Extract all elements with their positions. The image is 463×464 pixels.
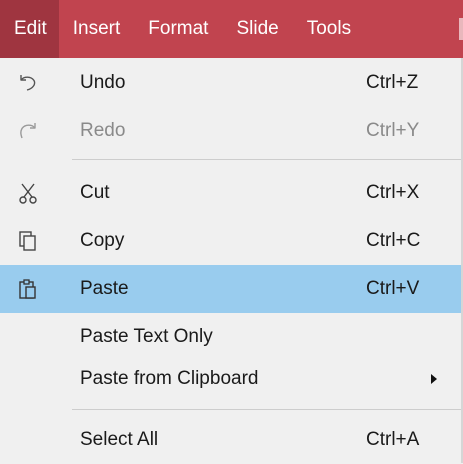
menu-item-label: Paste	[80, 278, 129, 299]
menubar-item-edit[interactable]: Edit	[0, 0, 59, 58]
menubar-overflow-edge	[459, 18, 463, 40]
menu-item-select-all[interactable]: Select All Ctrl+A	[0, 416, 461, 464]
menu-item-label: Paste from Clipboard	[80, 368, 259, 389]
menu-item-shortcut: Ctrl+V	[366, 278, 420, 299]
menubar-item-slide[interactable]: Slide	[222, 0, 292, 58]
menu-item-shortcut: Ctrl+Z	[366, 72, 419, 93]
menu-item-cut[interactable]: Cut Ctrl+X	[0, 169, 461, 217]
menu-item-copy[interactable]: Copy Ctrl+C	[0, 217, 461, 265]
menu-separator	[72, 409, 461, 410]
menu-item-paste[interactable]: Paste Ctrl+V	[0, 265, 461, 313]
menu-bar: Edit Insert Format Slide Tools	[0, 0, 463, 58]
menubar-item-insert[interactable]: Insert	[59, 0, 135, 58]
menu-item-label: Undo	[80, 72, 126, 93]
menu-item-paste-from-clipboard[interactable]: Paste from Clipboard	[0, 355, 461, 403]
menubar-item-tools[interactable]: Tools	[293, 0, 365, 58]
submenu-arrow-icon	[431, 374, 437, 384]
menu-item-shortcut: Ctrl+X	[366, 182, 420, 203]
menu-item-paste-text-only[interactable]: Paste Text Only	[0, 313, 461, 361]
menu-item-label: Redo	[80, 120, 126, 141]
paste-icon	[19, 279, 36, 299]
menu-item-shortcut: Ctrl+Y	[366, 120, 420, 141]
menubar-item-format[interactable]: Format	[134, 0, 222, 58]
copy-icon	[19, 231, 36, 251]
menu-item-label: Cut	[80, 182, 110, 203]
menu-item-shortcut: Ctrl+C	[366, 230, 421, 251]
menu-item-shortcut: Ctrl+A	[366, 429, 420, 450]
menu-item-undo[interactable]: Undo Ctrl+Z	[0, 59, 461, 107]
cut-icon	[19, 183, 37, 204]
menu-item-label: Select All	[80, 429, 159, 450]
undo-icon	[20, 75, 36, 91]
menu-separator	[72, 159, 461, 160]
menu-item-redo[interactable]: Redo Ctrl+Y	[0, 107, 461, 155]
menu-item-label: Copy	[80, 230, 125, 251]
edit-menu-dropdown: Undo Ctrl+Z Redo Ctrl+Y Cut Ctrl+X Copy …	[0, 58, 463, 463]
redo-icon	[20, 123, 36, 139]
menu-item-label: Paste Text Only	[80, 326, 213, 347]
